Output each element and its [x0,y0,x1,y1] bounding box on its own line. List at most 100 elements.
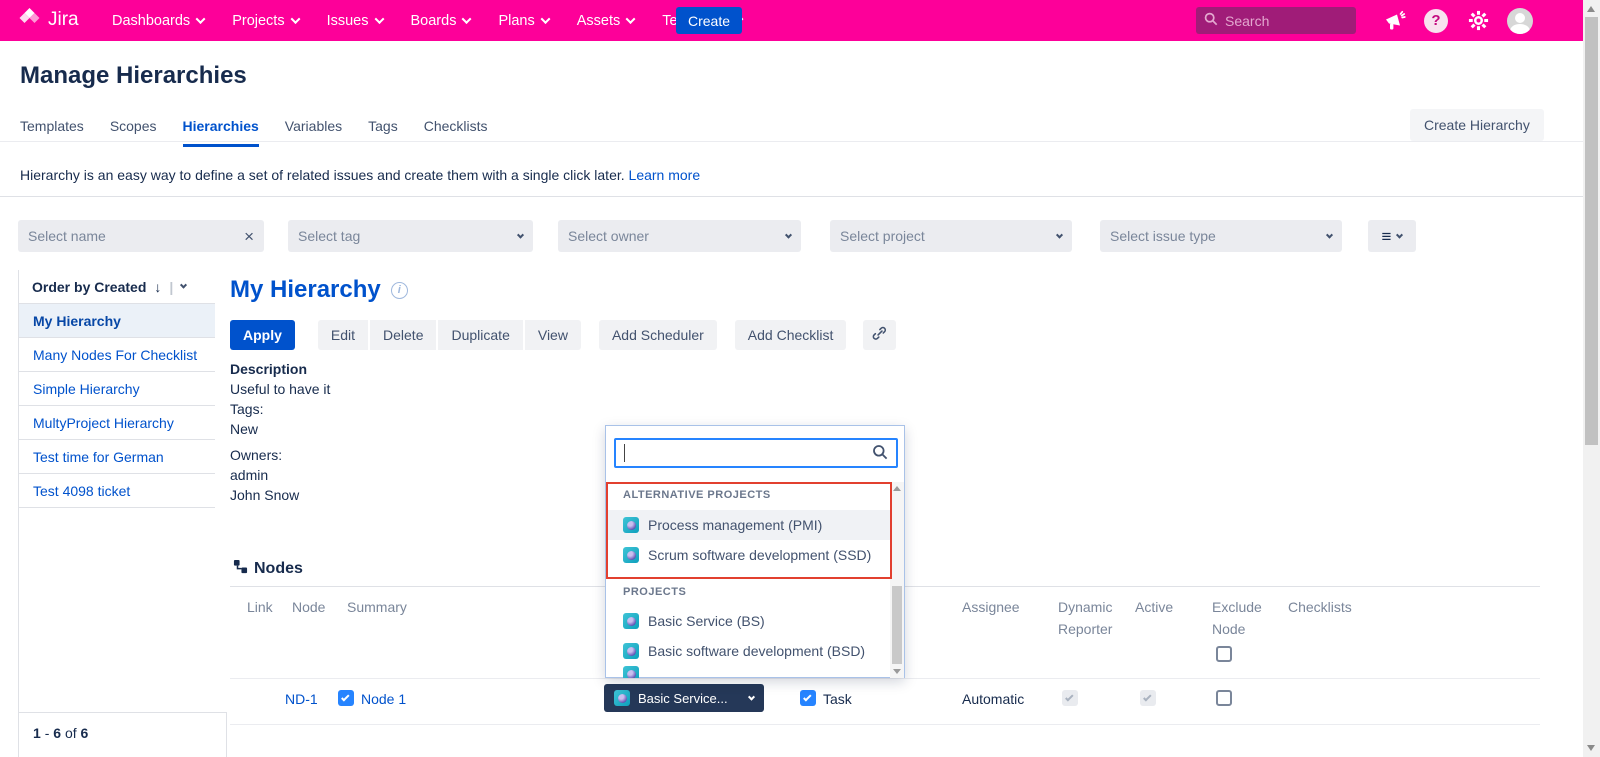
global-search[interactable] [1196,7,1356,34]
search-icon [872,444,888,463]
nav-issues[interactable]: Issues [327,13,383,29]
dropdown-option-bs[interactable]: Basic Service (BS) [607,606,891,636]
chevron-down-icon[interactable] [180,282,187,289]
sidebar-item[interactable]: Simple Hierarchy [18,372,215,406]
view-button[interactable]: View [525,320,581,350]
gear-icon[interactable] [1466,0,1490,41]
col-summary: Summary [347,599,407,615]
create-button[interactable]: Create [676,7,742,34]
learn-more-link[interactable]: Learn more [629,167,701,183]
group-label-projects: PROJECTS [623,586,686,598]
action-button-group: Edit Delete Duplicate View [318,320,581,350]
node-name-link[interactable]: Node 1 [361,691,406,707]
col-checklists: Checklists [1288,599,1352,615]
page-title: Manage Hierarchies [20,62,247,90]
clear-icon[interactable]: × [244,228,254,245]
project-avatar-icon [623,613,639,629]
pagination: 1 - 6 of 6 [18,712,227,757]
project-select-button[interactable]: Basic Service... [604,684,764,712]
search-input[interactable] [1225,13,1335,29]
page-scrollbar[interactable] [1583,0,1600,757]
name-filter-input[interactable] [28,228,244,244]
col-dynamic-reporter: Dynamic [1058,599,1112,615]
dropdown-search[interactable] [614,438,898,468]
duplicate-button[interactable]: Duplicate [438,320,522,350]
tab-variables[interactable]: Variables [285,118,342,147]
scrollbar-thumb[interactable] [892,586,902,664]
intro-text: Hierarchy is an easy way to define a set… [20,167,700,183]
node-link[interactable]: ND-1 [285,691,318,707]
copy-link-button[interactable] [863,320,896,350]
issue-type-label: Task [823,691,852,707]
chevron-down-icon [374,14,384,24]
scroll-down-icon[interactable] [1587,745,1595,751]
issue-type-checkbox[interactable] [800,690,816,706]
sidebar-border [18,508,19,712]
hierarchy-actions: Apply Edit Delete Duplicate View Add Sch… [230,320,896,350]
edit-button[interactable]: Edit [318,320,368,350]
nodes-section-header: Nodes [233,559,303,579]
hierarchy-icon [233,559,248,579]
help-icon[interactable]: ? [1424,0,1448,41]
tab-scopes[interactable]: Scopes [110,118,157,147]
nav-boards[interactable]: Boards [411,13,471,29]
sort-desc-icon[interactable]: ↓ [154,279,161,295]
megaphone-icon[interactable] [1382,0,1408,41]
exclude-node-checkbox[interactable] [1216,690,1232,706]
owners-label: Owners: [230,445,330,465]
node-checkbox[interactable] [338,690,354,706]
list-options-button[interactable]: ≡ [1368,220,1416,252]
issue-type-filter-select[interactable]: Select issue type [1100,220,1342,252]
avatar[interactable] [1506,0,1534,41]
order-by-control[interactable]: Order by Created ↓ | [18,270,215,304]
tag-filter-select[interactable]: Select tag [288,220,533,252]
dropdown-scrollbar[interactable] [890,482,904,678]
delete-button[interactable]: Delete [370,320,436,350]
divider [0,196,1583,197]
info-icon[interactable]: i [391,282,408,299]
owner-filter-select[interactable]: Select owner [558,220,801,252]
sidebar-item-my-hierarchy[interactable]: My Hierarchy [18,304,215,338]
scroll-up-icon[interactable] [1587,6,1595,12]
apply-button[interactable]: Apply [230,320,295,350]
add-checklist-button[interactable]: Add Checklist [735,320,847,350]
nav-assets[interactable]: Assets [577,13,635,29]
nav-projects[interactable]: Projects [232,13,298,29]
dropdown-option-bsd[interactable]: Basic software development (BSD) [607,636,891,666]
project-avatar-icon [623,517,639,533]
dropdown-search-input[interactable] [625,445,872,461]
tab-checklists[interactable]: Checklists [424,118,488,147]
col-exclude-node: Exclude [1212,599,1262,615]
sidebar-item[interactable]: MultyProject Hierarchy [18,406,215,440]
exclude-all-checkbox[interactable] [1216,646,1232,662]
sidebar-item[interactable]: Many Nodes For Checklist [18,338,215,372]
chevron-down-icon [462,14,472,24]
scroll-up-icon[interactable] [893,486,901,491]
dropdown-option-partial[interactable] [607,666,891,678]
add-scheduler-button[interactable]: Add Scheduler [599,320,717,350]
tab-tags[interactable]: Tags [368,118,398,147]
project-avatar-icon [623,643,639,659]
owner-value: admin [230,465,330,485]
create-hierarchy-button[interactable]: Create Hierarchy [1410,109,1544,141]
scroll-down-icon[interactable] [893,669,901,674]
col-node: Node [292,599,325,615]
dropdown-option-pmi[interactable]: Process management (PMI) [607,510,891,540]
tab-hierarchies[interactable]: Hierarchies [183,118,259,147]
jira-logo[interactable]: Jira [18,6,79,33]
project-filter-select[interactable]: Select project [830,220,1072,252]
nav-plans[interactable]: Plans [498,13,548,29]
hierarchy-title: My Hierarchy i [230,276,408,304]
group-label-alternative-projects: ALTERNATIVE PROJECTS [623,489,771,501]
sidebar-item[interactable]: Test time for German [18,440,215,474]
name-filter[interactable]: × [18,220,264,252]
nav-menu: Dashboards Projects Issues Boards Plans … [112,0,742,41]
owner-value: John Snow [230,485,330,505]
search-icon [1204,12,1218,29]
jira-app: Jira Dashboards Projects Issues Boards P… [0,0,1600,757]
scrollbar-thumb[interactable] [1585,17,1598,445]
tab-templates[interactable]: Templates [20,118,84,147]
sidebar-item[interactable]: Test 4098 ticket [18,474,215,508]
dropdown-option-ssd[interactable]: Scrum software development (SSD) [607,540,891,570]
nav-dashboards[interactable]: Dashboards [112,13,204,29]
